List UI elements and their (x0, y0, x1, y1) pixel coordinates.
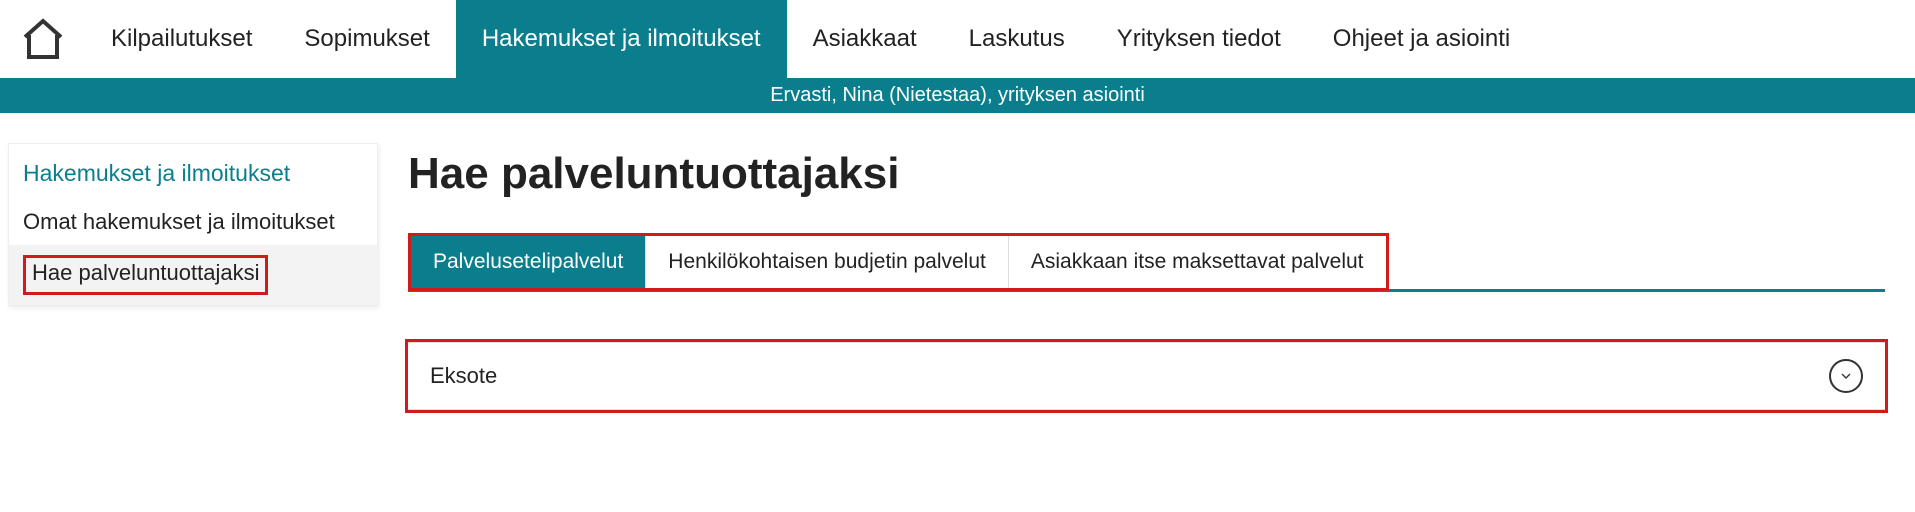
chevron-down-icon (1829, 359, 1863, 393)
main-content: Hae palveluntuottajaksi Palvelusetelipal… (378, 143, 1915, 410)
tabs: Palvelusetelipalvelut Henkilökohtaisen b… (411, 236, 1386, 288)
tab-asiakkaan-itse-maksettavat[interactable]: Asiakkaan itse maksettavat palvelut (1009, 236, 1386, 288)
nav-yrityksen-tiedot[interactable]: Yrityksen tiedot (1091, 0, 1307, 78)
sidebar-item-hae-palveluntuottajaksi[interactable]: Hae palveluntuottajaksi (9, 245, 377, 305)
sidebar-item-label: Hae palveluntuottajaksi (23, 255, 268, 295)
nav-asiakkaat[interactable]: Asiakkaat (787, 0, 943, 78)
sidebar: Hakemukset ja ilmoitukset Omat hakemukse… (8, 143, 378, 306)
accordion-eksote[interactable]: Eksote (408, 342, 1885, 410)
top-nav: Kilpailutukset Sopimukset Hakemukset ja … (0, 0, 1915, 78)
nav-ohjeet[interactable]: Ohjeet ja asiointi (1307, 0, 1536, 78)
nav-hakemukset[interactable]: Hakemukset ja ilmoitukset (456, 0, 787, 78)
sidebar-header: Hakemukset ja ilmoitukset (9, 144, 377, 199)
nav-laskutus[interactable]: Laskutus (943, 0, 1091, 78)
tab-palvelusetelipalvelut[interactable]: Palvelusetelipalvelut (411, 236, 646, 288)
nav-kilpailutukset[interactable]: Kilpailutukset (85, 0, 278, 78)
home-icon[interactable] (0, 0, 85, 78)
user-context-bar: Ervasti, Nina (Nietestaa), yrityksen asi… (0, 78, 1915, 113)
page-title: Hae palveluntuottajaksi (408, 149, 1885, 199)
tabs-highlight: Palvelusetelipalvelut Henkilökohtaisen b… (408, 233, 1389, 291)
accordion-label: Eksote (430, 363, 497, 389)
sidebar-item-omat-hakemukset[interactable]: Omat hakemukset ja ilmoitukset (9, 199, 377, 245)
nav-sopimukset[interactable]: Sopimukset (278, 0, 455, 78)
tab-henkilokohtaisen-budjetin[interactable]: Henkilökohtaisen budjetin palvelut (646, 236, 1009, 288)
